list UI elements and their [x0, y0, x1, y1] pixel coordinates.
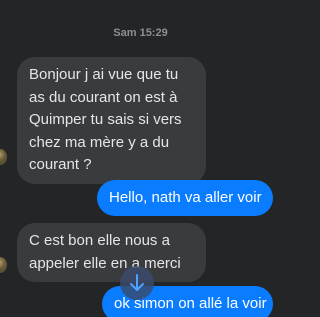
incoming-message-bubble[interactable]: Bonjour j ai vue que tu as du courant on…: [17, 57, 206, 184]
arrow-down-icon: [130, 274, 144, 291]
chat-thread: Sam 15:29 Bonjour j ai vue que tu as du …: [0, 0, 281, 317]
message-timestamp: Sam 15:29: [113, 27, 168, 39]
incoming-message-bubble[interactable]: C est bon elle nous a appeler elle en a …: [17, 223, 206, 282]
contact-avatar[interactable]: [0, 149, 7, 165]
outgoing-message-bubble[interactable]: Hello, nath va aller voir: [97, 180, 273, 216]
contact-avatar[interactable]: [0, 257, 7, 273]
scroll-to-bottom-button[interactable]: [120, 266, 154, 300]
